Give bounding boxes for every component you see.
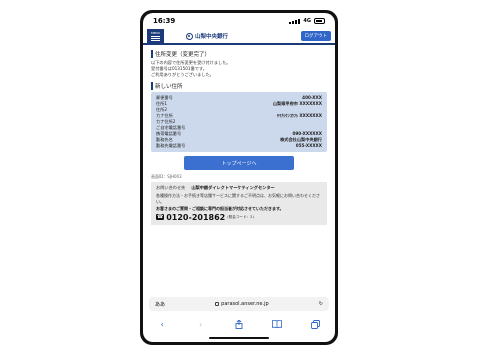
lock-icon <box>215 302 220 306</box>
new-address-title: 新しい住所 <box>151 82 327 90</box>
top-page-button[interactable]: トップページへ <box>184 156 294 170</box>
phone-icon: ☎ <box>156 214 165 220</box>
phone-note: (照会コード：2) <box>227 214 254 219</box>
row-value: ﾔﾏﾅｼｹﾝｺｳﾌｼ XXXXXXX <box>277 113 322 118</box>
home-indicator <box>209 337 269 339</box>
phone-screen: 16:39 4G MENU 山梨中央銀行 ログアウト 住所変更（変更完了） 以下… <box>143 13 335 342</box>
phone-frame: 16:39 4G MENU 山梨中央銀行 ログアウト 住所変更（変更完了） 以下… <box>140 10 338 345</box>
hamburger-icon <box>151 35 160 41</box>
reload-icon[interactable]: ↻ <box>319 301 323 307</box>
message-line: ご利用ありがとうございました。 <box>151 72 214 77</box>
menu-button[interactable]: MENU <box>147 29 164 43</box>
row-value: 055-XXXXX <box>295 143 322 148</box>
bank-logo-icon <box>186 32 193 40</box>
row-value: 山梨県甲府市 XXXXXXX <box>272 101 322 106</box>
forward-icon[interactable]: › <box>194 317 208 331</box>
bookmarks-icon[interactable] <box>270 317 284 331</box>
bank-name: 山梨中央銀行 <box>195 34 229 40</box>
completion-title: 住所変更（変更完了） <box>151 50 327 58</box>
logout-button[interactable]: ログアウト <box>300 31 331 41</box>
main-content: 住所変更（変更完了） 以下の内容で住所変更を受け付けました。 受付番号は0131… <box>143 45 335 225</box>
url-display[interactable]: parasol.anser.ne.jp <box>215 301 269 307</box>
battery-icon <box>314 18 325 24</box>
address-panel: 郵便番号 400-XXX 住所1 山梨県甲府市 XXXXXXX 住所2 カナ住所 ﾔﾏ… <box>151 92 327 152</box>
status-time: 16:39 <box>153 17 176 25</box>
contact-box: お問い合わせ先 山梨中銀ダイレクトマーケティングセンター 各種操作方法・お手続き… <box>151 182 327 225</box>
url-text: parasol.anser.ne.jp <box>221 301 269 307</box>
tabs-icon[interactable] <box>309 317 323 331</box>
contact-key: お問い合わせ先 <box>156 185 186 190</box>
share-icon[interactable] <box>232 317 246 331</box>
contact-header: お問い合わせ先 山梨中銀ダイレクトマーケティングセンター <box>156 185 322 191</box>
contact-phone[interactable]: ☎ 0120-201862 (照会コード：2) <box>156 213 322 222</box>
row-label: 勤務先電話番号 <box>156 143 186 148</box>
status-bar: 16:39 4G <box>143 13 335 29</box>
address-row: 勤務先電話番号 055-XXXXX <box>156 143 322 149</box>
status-right: 4G <box>289 18 325 24</box>
contact-name: 山梨中銀ダイレクトマーケティングセンター <box>191 185 275 190</box>
completion-message: 以下の内容で住所変更を受け付けました。 受付番号は0131501番です。 ご利用… <box>151 60 327 78</box>
contact-text-bold: お客さまのご質問・ご相談に専門の担当者が対応させていただきます。 <box>156 206 284 211</box>
address-bar[interactable]: ああ parasol.anser.ne.jp ↻ <box>149 297 329 311</box>
site-header: MENU 山梨中央銀行 ログアウト <box>143 29 335 45</box>
bank-logo[interactable]: 山梨中央銀行 <box>186 32 228 40</box>
signal-icon <box>289 18 301 24</box>
text-size-button[interactable]: ああ <box>155 301 165 308</box>
menu-label: MENU <box>151 30 160 35</box>
contact-text: 各種操作方法・お手続き等店舗サービスに関するご不明点は、お気軽にお問い合わせくだ… <box>156 193 320 204</box>
back-icon[interactable]: ‹ <box>155 317 169 331</box>
network-label: 4G <box>303 18 311 24</box>
phone-number[interactable]: 0120-201862 <box>166 213 225 222</box>
browser-toolbar: ‹ › <box>143 315 335 333</box>
screen-id: 画面ID：SJH003 <box>151 174 182 179</box>
